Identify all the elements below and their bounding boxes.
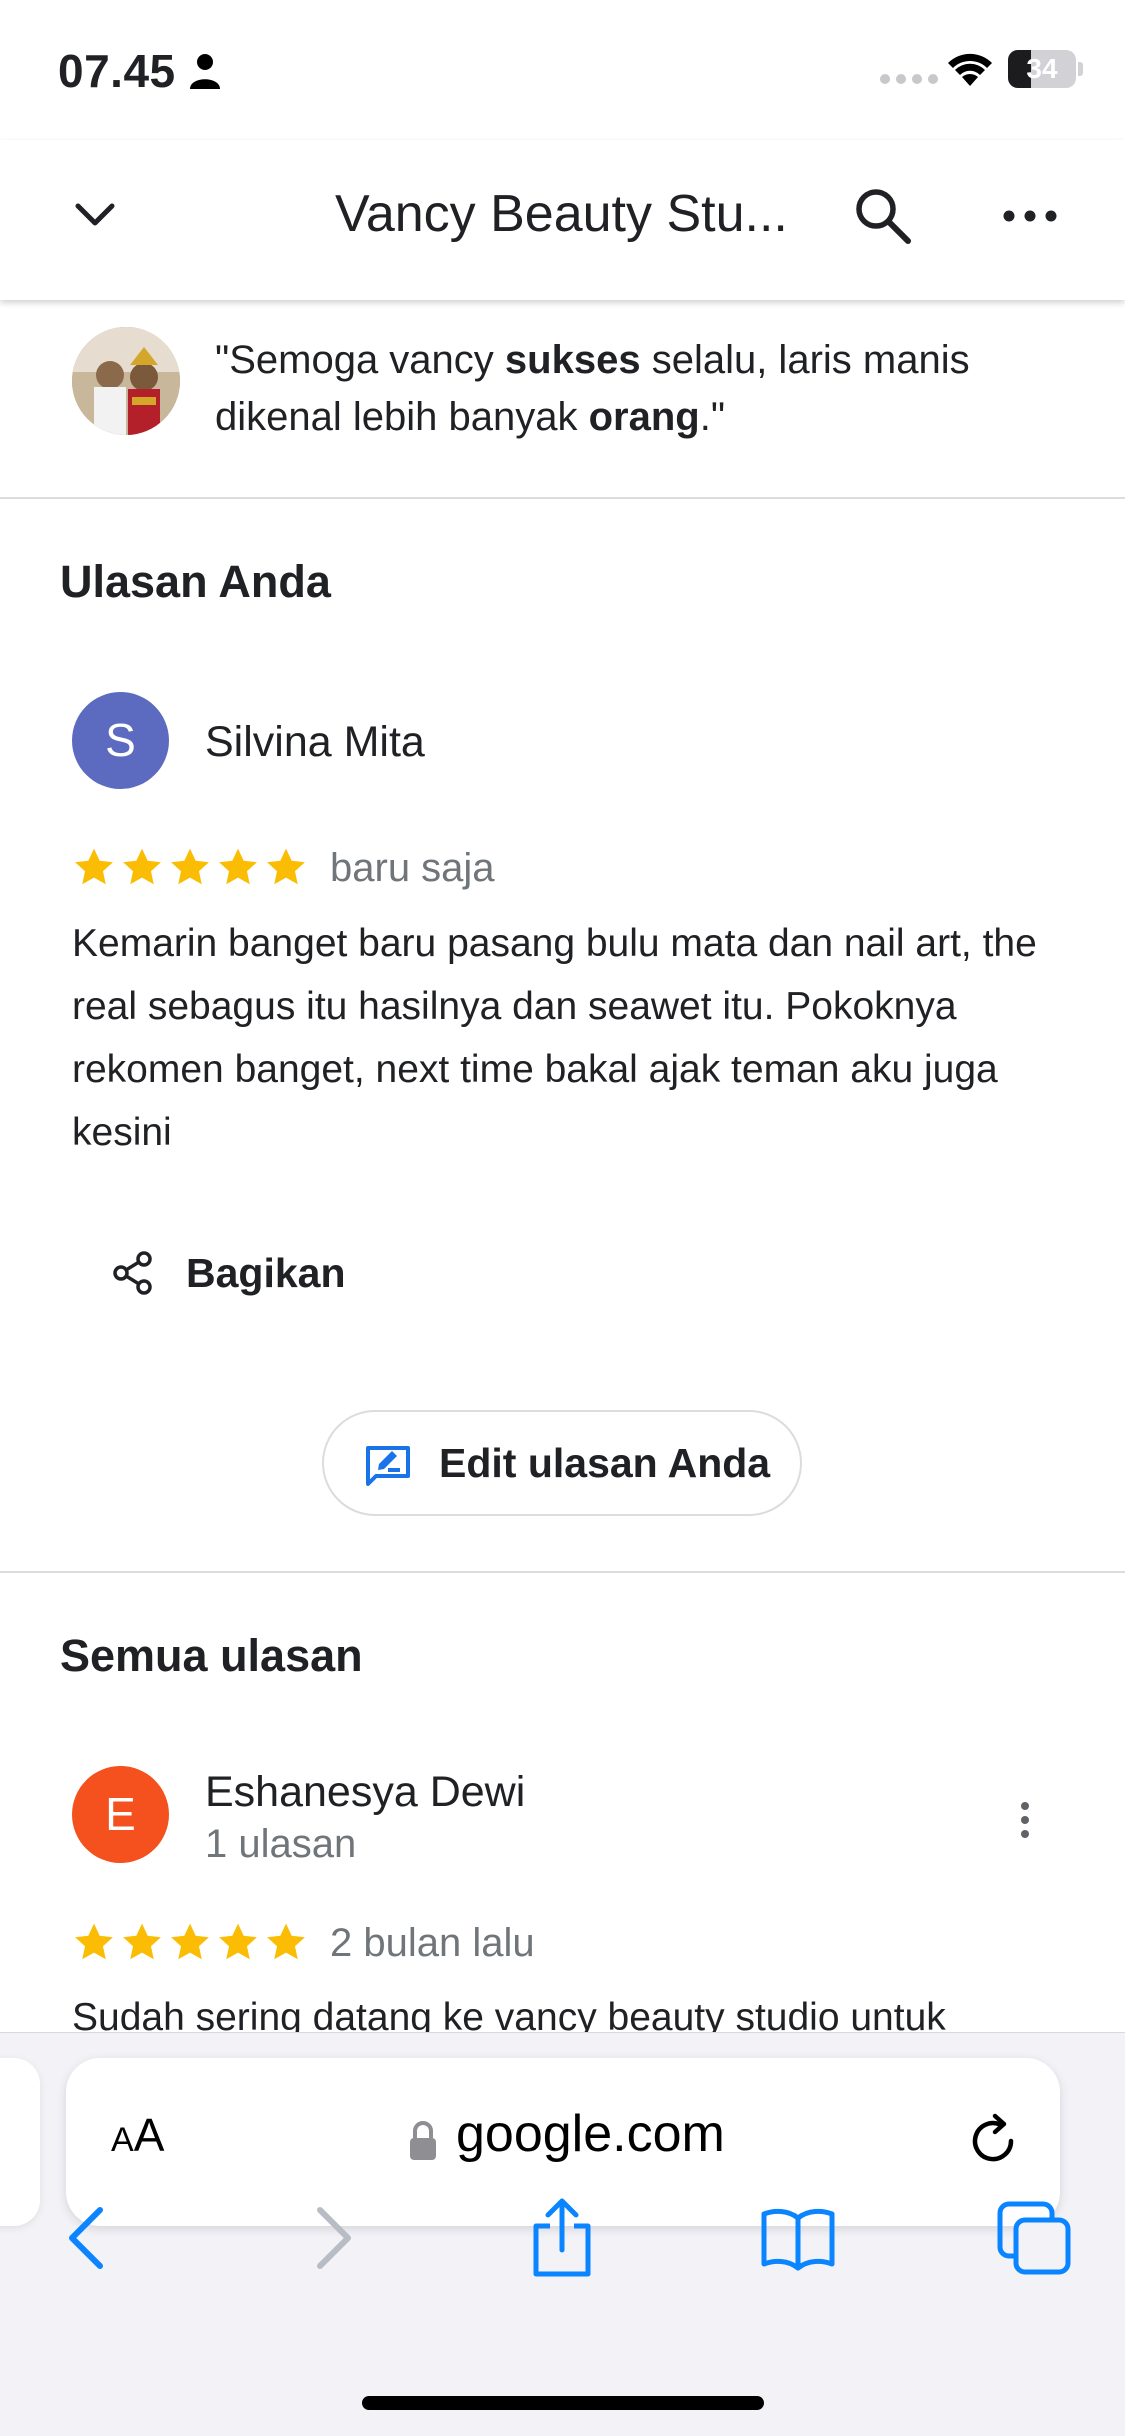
edit-review-icon — [366, 1446, 410, 1486]
home-indicator[interactable] — [362, 2396, 764, 2410]
divider — [0, 1571, 1125, 1573]
previous-tab-card[interactable] — [0, 2058, 40, 2226]
review-text: Kemarin banget baru pasang bulu mata dan… — [72, 922, 1037, 1154]
star-icon — [219, 1923, 257, 1960]
battery-cap — [1078, 62, 1083, 76]
edit-review-button[interactable]: Edit ulasan Anda — [322, 1410, 802, 1516]
reviewer-name[interactable]: Eshanesya Dewi — [205, 1768, 525, 1817]
status-bar: 07.45 34 — [0, 0, 1125, 140]
divider — [0, 497, 1125, 499]
star-icon — [267, 1923, 305, 1960]
search-icon[interactable] — [852, 185, 914, 247]
star-icon — [267, 848, 305, 885]
forward-arrow-icon[interactable] — [290, 2198, 370, 2278]
lock-icon — [410, 2121, 436, 2160]
star-icon — [75, 1923, 113, 1960]
avatar: E — [72, 1766, 169, 1863]
person-icon — [190, 54, 220, 89]
star-icon — [123, 1923, 161, 1960]
back-arrow-icon[interactable] — [50, 2198, 130, 2278]
share-label: Bagikan — [186, 1250, 346, 1296]
star-icon — [75, 848, 113, 885]
reviewer-name[interactable]: Silvina Mita — [205, 718, 425, 767]
chevron-down-icon[interactable] — [70, 190, 120, 240]
quote-avatar — [72, 327, 180, 435]
share-button[interactable]: Bagikan — [100, 1240, 360, 1310]
highlight-quote: "Semoga vancy sukses selalu, laris manis… — [215, 338, 970, 439]
share-icon — [113, 1251, 152, 1295]
tabs-icon[interactable] — [994, 2198, 1074, 2278]
share-icon[interactable] — [522, 2198, 602, 2278]
more-vertical-icon[interactable] — [1015, 1800, 1035, 1840]
reader-options-button[interactable]: AA — [111, 2108, 164, 2162]
review-date: 2 bulan lalu — [330, 1921, 535, 1965]
url-text: google.com — [456, 2105, 725, 2163]
reload-icon[interactable] — [964, 2112, 1022, 2170]
battery-icon: 34 — [1008, 50, 1076, 88]
star-rating — [72, 1920, 308, 1964]
battery-level: 34 — [1026, 53, 1058, 84]
all-reviews-title: Semua ulasan — [60, 1630, 363, 1681]
star-icon — [171, 848, 209, 885]
star-rating — [72, 845, 308, 889]
star-icon — [123, 848, 161, 885]
more-horizontal-icon[interactable] — [1000, 204, 1060, 228]
signal-dots-icon — [880, 74, 938, 84]
reviewer-review-count: 1 ulasan — [205, 1822, 357, 1866]
app-header: Vancy Beauty Stu... — [0, 140, 1125, 300]
bookmarks-icon[interactable] — [758, 2198, 838, 2278]
review-date: baru saja — [330, 846, 495, 890]
avatar: S — [72, 692, 169, 789]
page-title: Vancy Beauty Stu... — [335, 185, 788, 243]
wifi-icon — [948, 53, 992, 86]
your-review-title: Ulasan Anda — [60, 556, 331, 607]
status-time: 07.45 — [58, 45, 176, 97]
star-icon — [219, 848, 257, 885]
edit-review-label: Edit ulasan Anda — [439, 1440, 771, 1486]
star-icon — [171, 1923, 209, 1960]
